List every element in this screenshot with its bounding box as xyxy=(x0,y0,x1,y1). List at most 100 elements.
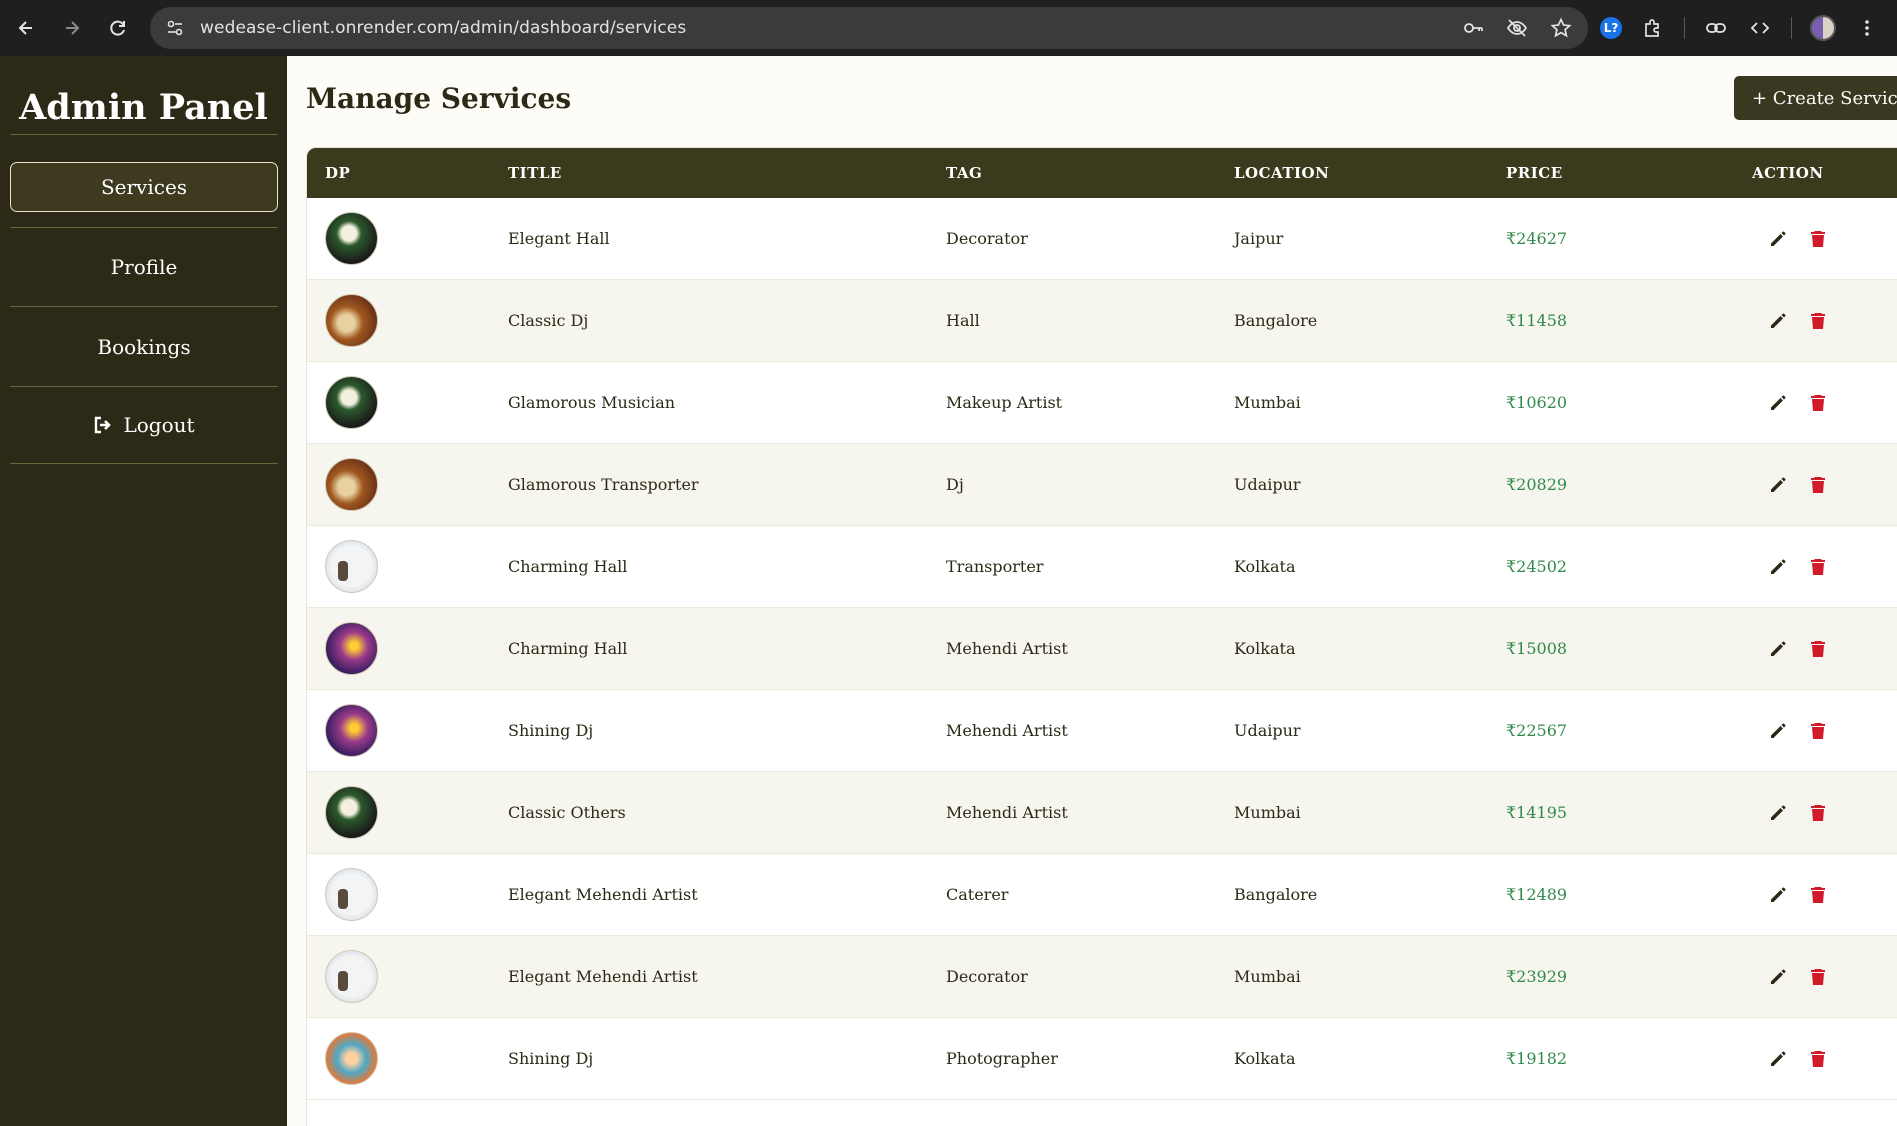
sidebar-item-logout[interactable]: Logout xyxy=(10,400,278,450)
edit-icon[interactable] xyxy=(1768,639,1788,659)
service-avatar xyxy=(325,212,378,265)
service-avatar xyxy=(325,786,378,839)
location-cell: Bangalore xyxy=(1234,885,1318,904)
table-row: Elegant Hall Decorator Jaipur ₹24627 xyxy=(307,198,1897,280)
price-cell: ₹22567 xyxy=(1506,721,1568,740)
delete-icon[interactable] xyxy=(1808,885,1828,905)
service-avatar xyxy=(325,950,378,1003)
service-avatar xyxy=(325,704,378,757)
dp-cell xyxy=(325,444,378,525)
create-service-button[interactable]: + Create Service xyxy=(1734,76,1897,120)
title-cell: Classic Others xyxy=(508,803,626,822)
action-cell xyxy=(1768,772,1828,853)
table-row: Glamorous Transporter Dj Udaipur ₹20829 xyxy=(307,444,1897,526)
puzzle-icon[interactable] xyxy=(1640,15,1666,41)
toolbar-divider xyxy=(1684,17,1685,39)
location-cell: Mumbai xyxy=(1234,803,1301,822)
site-settings-icon[interactable] xyxy=(154,7,196,49)
eye-off-icon[interactable] xyxy=(1504,15,1530,41)
extension-badge[interactable]: L? xyxy=(1600,17,1622,39)
table-row: Charming Hall Transporter Kolkata ₹24502 xyxy=(307,526,1897,608)
title-cell: Glamorous Transporter xyxy=(508,475,699,494)
divider xyxy=(10,134,278,135)
column-header-action: ACTION xyxy=(1752,164,1824,182)
divider xyxy=(10,227,278,228)
dp-cell xyxy=(325,1018,378,1099)
toolbar-divider xyxy=(1791,17,1792,39)
tag-cell: Decorator xyxy=(946,229,1028,248)
edit-icon[interactable] xyxy=(1768,721,1788,741)
edit-icon[interactable] xyxy=(1768,311,1788,331)
back-icon[interactable] xyxy=(6,8,46,48)
price-cell: ₹14195 xyxy=(1506,803,1568,822)
dp-cell xyxy=(325,936,378,1017)
delete-icon[interactable] xyxy=(1808,1049,1828,1069)
dp-cell xyxy=(325,854,378,935)
delete-icon[interactable] xyxy=(1808,311,1828,331)
column-header-price: PRICE xyxy=(1506,164,1563,182)
delete-icon[interactable] xyxy=(1808,639,1828,659)
edit-icon[interactable] xyxy=(1768,229,1788,249)
tag-cell: Decorator xyxy=(946,967,1028,986)
service-avatar xyxy=(325,376,378,429)
price-cell: ₹11458 xyxy=(1506,311,1568,330)
tag-cell: Hall xyxy=(946,311,980,330)
column-header-location: LOCATION xyxy=(1234,164,1330,182)
url-text[interactable]: wedease-client.onrender.com/admin/dashbo… xyxy=(200,18,686,38)
title-cell: Elegant Hall xyxy=(508,229,610,248)
sidebar-item-profile[interactable]: Profile xyxy=(10,242,278,292)
star-icon[interactable] xyxy=(1548,15,1574,41)
delete-icon[interactable] xyxy=(1808,721,1828,741)
column-header-title: TITLE xyxy=(508,164,562,182)
tag-cell: Makeup Artist xyxy=(946,393,1063,412)
edit-icon[interactable] xyxy=(1768,557,1788,577)
edit-icon[interactable] xyxy=(1768,967,1788,987)
delete-icon[interactable] xyxy=(1808,229,1828,249)
location-cell: Kolkata xyxy=(1234,1049,1296,1068)
edit-icon[interactable] xyxy=(1768,803,1788,823)
code-icon[interactable] xyxy=(1747,15,1773,41)
page-title: Manage Services xyxy=(306,82,572,115)
service-avatar xyxy=(325,622,378,675)
price-cell: ₹24627 xyxy=(1506,229,1568,248)
link-icon[interactable] xyxy=(1703,15,1729,41)
price-cell: ₹12489 xyxy=(1506,885,1568,904)
more-menu-icon[interactable] xyxy=(1854,15,1880,41)
delete-icon[interactable] xyxy=(1808,803,1828,823)
table-body: Elegant Hall Decorator Jaipur ₹24627 Cla… xyxy=(307,198,1897,1100)
profile-avatar[interactable] xyxy=(1810,15,1836,41)
delete-icon[interactable] xyxy=(1808,557,1828,577)
tag-cell: Dj xyxy=(946,475,964,494)
service-avatar xyxy=(325,868,378,921)
action-cell xyxy=(1768,362,1828,443)
edit-icon[interactable] xyxy=(1768,393,1788,413)
table-row: Classic Others Mehendi Artist Mumbai ₹14… xyxy=(307,772,1897,854)
forward-icon[interactable] xyxy=(52,8,92,48)
edit-icon[interactable] xyxy=(1768,1049,1788,1069)
edit-icon[interactable] xyxy=(1768,885,1788,905)
key-icon[interactable] xyxy=(1460,15,1486,41)
address-bar[interactable]: wedease-client.onrender.com/admin/dashbo… xyxy=(150,7,1588,49)
delete-icon[interactable] xyxy=(1808,475,1828,495)
sidebar-item-services[interactable]: Services xyxy=(10,162,278,212)
sidebar-item-bookings[interactable]: Bookings xyxy=(10,322,278,372)
tag-cell: Mehendi Artist xyxy=(946,803,1068,822)
location-cell: Bangalore xyxy=(1234,311,1318,330)
delete-icon[interactable] xyxy=(1808,393,1828,413)
column-header-dp: DP xyxy=(325,164,351,182)
action-cell xyxy=(1768,1018,1828,1099)
tag-cell: Transporter xyxy=(946,557,1044,576)
reload-icon[interactable] xyxy=(98,8,138,48)
sidebar-title: Admin Panel xyxy=(19,87,268,128)
location-cell: Kolkata xyxy=(1234,557,1296,576)
browser-toolbar: wedease-client.onrender.com/admin/dashbo… xyxy=(0,0,1897,56)
divider xyxy=(10,306,278,307)
delete-icon[interactable] xyxy=(1808,967,1828,987)
service-avatar xyxy=(325,458,378,511)
edit-icon[interactable] xyxy=(1768,475,1788,495)
action-cell xyxy=(1768,854,1828,935)
dp-cell xyxy=(325,526,378,607)
price-cell: ₹23929 xyxy=(1506,967,1568,986)
service-avatar xyxy=(325,294,378,347)
services-table: DP TITLE TAG LOCATION PRICE ACTION Elega… xyxy=(306,147,1897,1126)
